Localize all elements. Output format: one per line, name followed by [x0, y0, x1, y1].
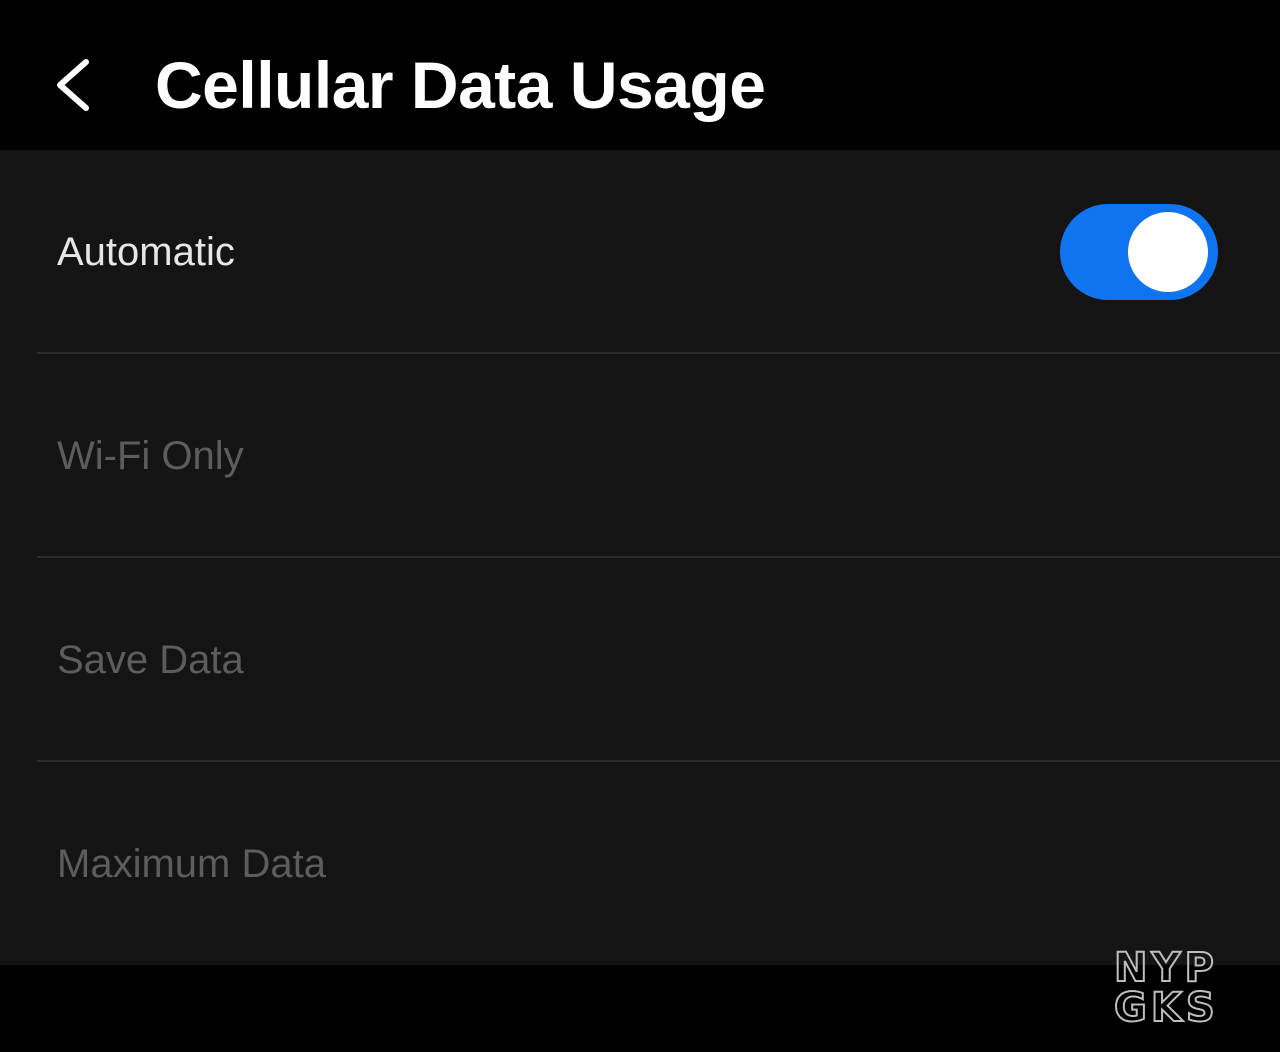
- setting-label-maximum-data: Maximum Data: [57, 842, 326, 886]
- setting-row-wifi-only[interactable]: Wi-Fi Only: [0, 354, 1280, 558]
- setting-label-wifi-only: Wi-Fi Only: [57, 434, 244, 478]
- automatic-toggle[interactable]: [1060, 204, 1218, 300]
- back-button[interactable]: [40, 40, 110, 130]
- data-usage-options: Automatic Wi-Fi Only Save Data Maximum D…: [0, 150, 1280, 965]
- toggle-knob: [1128, 212, 1208, 292]
- watermark-line2: GKS: [1114, 985, 1219, 1025]
- setting-row-save-data[interactable]: Save Data: [0, 558, 1280, 762]
- setting-label-automatic: Automatic: [57, 230, 235, 274]
- bottom-area: [0, 965, 1280, 1052]
- setting-label-save-data: Save Data: [57, 638, 244, 682]
- setting-row-automatic[interactable]: Automatic: [0, 150, 1280, 354]
- setting-row-maximum-data[interactable]: Maximum Data: [0, 762, 1280, 966]
- page-title: Cellular Data Usage: [155, 48, 766, 122]
- top-bar: Cellular Data Usage: [0, 0, 1280, 150]
- watermark-logo: NYP GKS: [1113, 945, 1219, 1025]
- chevron-left-icon: [57, 59, 89, 111]
